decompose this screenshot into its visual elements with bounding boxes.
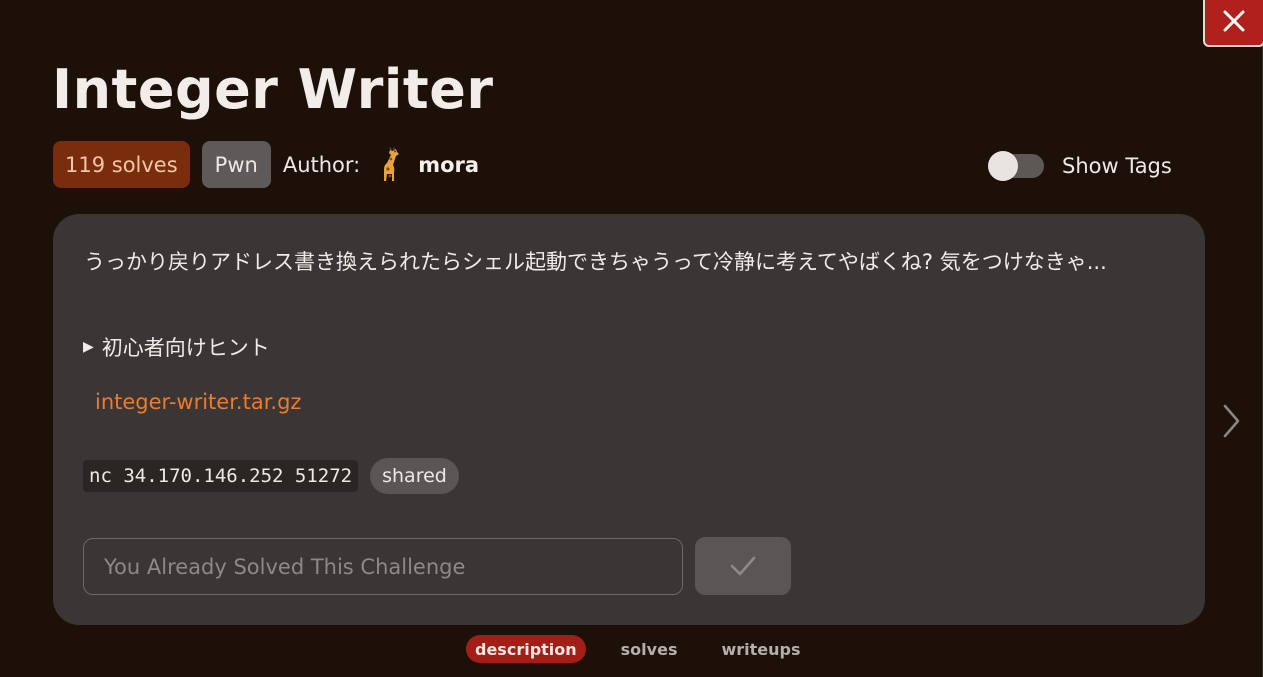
solves-badge[interactable]: 119 solves — [53, 141, 190, 188]
category-badge: Pwn — [201, 141, 271, 188]
challenge-description: うっかり戻りアドレス書き換えられたらシェル起動できちゃうって冷静に考えてやばくね… — [84, 250, 1107, 274]
connection-info: nc 34.170.146.252 51272 shared — [83, 458, 459, 494]
beginner-hint-toggle[interactable]: ▶ 初心者向けヒント — [83, 332, 270, 362]
modal-tabs: description solves writeups — [466, 635, 810, 663]
next-challenge-arrow-icon[interactable] — [1218, 402, 1244, 440]
show-tags-label: Show Tags — [1062, 154, 1172, 178]
close-button[interactable] — [1203, 0, 1263, 47]
flag-input[interactable] — [83, 538, 683, 595]
toggle-knob — [988, 151, 1018, 181]
author-label: Author: — [282, 152, 361, 177]
challenge-card: うっかり戻りアドレス書き換えられたらシェル起動できちゃうって冷静に考えてやばくね… — [53, 214, 1205, 625]
challenge-modal: Integer Writer 119 solves Pwn Author: mo… — [0, 0, 1263, 677]
disclosure-triangle-icon: ▶ — [83, 339, 94, 355]
download-file-link[interactable]: integer-writer.tar.gz — [95, 390, 301, 414]
close-icon — [1223, 10, 1245, 31]
instance-badge: shared — [370, 458, 459, 494]
challenge-title: Integer Writer — [52, 58, 494, 121]
author-name[interactable]: mora — [418, 153, 479, 177]
show-tags-control: Show Tags — [988, 150, 1172, 182]
giraffe-icon — [384, 146, 400, 181]
tab-solves[interactable]: solves — [612, 635, 687, 663]
check-icon — [730, 556, 756, 576]
hint-label: 初心者向けヒント — [101, 336, 270, 360]
tab-description[interactable]: description — [466, 635, 586, 663]
show-tags-toggle[interactable] — [988, 151, 1044, 181]
tab-writeups[interactable]: writeups — [712, 635, 809, 663]
submit-flag-button[interactable] — [695, 537, 791, 595]
connection-command: nc 34.170.146.252 51272 — [83, 460, 359, 492]
challenge-meta: 119 solves Pwn Author: mora — [53, 141, 479, 188]
